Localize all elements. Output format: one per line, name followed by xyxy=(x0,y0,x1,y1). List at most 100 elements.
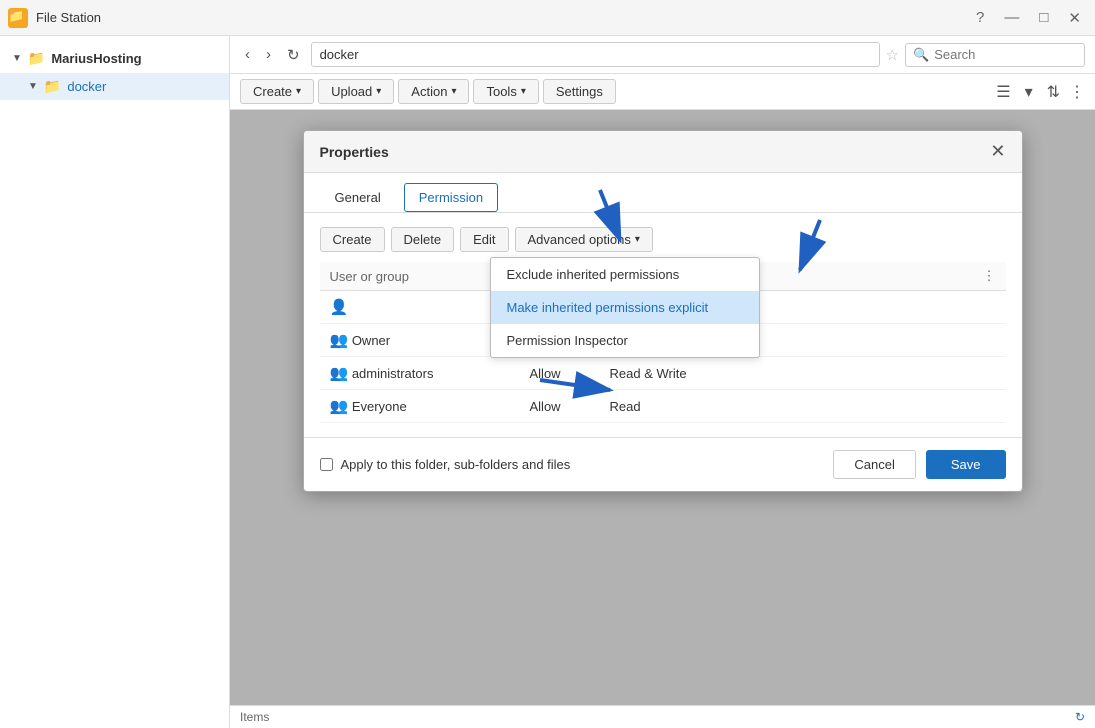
collapse-icon: ▼ xyxy=(12,53,22,64)
group-icon: 👥 xyxy=(330,365,349,382)
title-bar: 📁 File Station ? — □ ✕ xyxy=(0,0,1095,36)
item-triangle-icon: ▼ xyxy=(28,81,38,92)
make-explicit-item[interactable]: Make inherited permissions explicit xyxy=(491,291,759,324)
tools-button[interactable]: Tools ▾ xyxy=(473,79,538,104)
view-options-button[interactable]: ▾ xyxy=(1020,80,1038,104)
help-button[interactable]: ? xyxy=(970,7,990,28)
minimize-button[interactable]: — xyxy=(998,7,1025,28)
create-dropdown-icon: ▾ xyxy=(296,86,301,97)
address-bar[interactable] xyxy=(311,42,880,67)
action-button[interactable]: Action ▾ xyxy=(398,79,469,104)
row2-permission: Read & Write xyxy=(600,357,973,390)
item-folder-icon: 📁 xyxy=(44,78,61,95)
apply-checkbox[interactable] xyxy=(320,458,333,471)
exclude-inherited-label: Exclude inherited permissions xyxy=(507,267,680,282)
dialog-title: Properties xyxy=(320,144,389,160)
group-folder-icon: 📁 xyxy=(28,50,45,67)
user-icon: 👤 xyxy=(330,299,349,316)
row3-usergroup: Everyone xyxy=(352,399,407,414)
settings-label: Settings xyxy=(556,84,603,99)
dialog-content: Create Delete Edit Advanced options ▾ xyxy=(304,213,1022,437)
dialog-header: Properties ✕ xyxy=(304,131,1022,173)
permission-toolbar: Create Delete Edit Advanced options ▾ xyxy=(320,227,1006,252)
row3-permission: Read xyxy=(600,390,973,423)
close-button[interactable]: ✕ xyxy=(1062,7,1087,29)
view-controls: ☰ ▾ ⇅ ⋮ xyxy=(991,80,1085,104)
row2-type: Allow xyxy=(520,357,600,390)
app-icon: 📁 xyxy=(8,8,28,28)
dialog-tabs: General Permission xyxy=(304,173,1022,213)
row3-type: Allow xyxy=(520,390,600,423)
tools-label: Tools xyxy=(486,84,516,99)
refresh-nav-button[interactable]: ↻ xyxy=(282,43,305,67)
properties-dialog: Properties ✕ General Permission Create xyxy=(303,130,1023,492)
sidebar-group-label: MariusHosting xyxy=(51,51,141,66)
action-bar: Create ▾ Upload ▾ Action ▾ Tools ▾ Setti… xyxy=(230,74,1095,110)
window-controls: ? — □ ✕ xyxy=(970,7,1087,29)
status-right: ↻ xyxy=(1075,710,1085,724)
back-button[interactable]: ‹ xyxy=(240,43,255,66)
sidebar: ▼ 📁 MariusHosting ▼ 📁 docker xyxy=(0,36,230,728)
upload-button[interactable]: Upload ▾ xyxy=(318,79,394,104)
status-bar: Items ↻ xyxy=(230,705,1095,728)
tab-permission[interactable]: Permission xyxy=(404,183,498,212)
table-row: 👥 Everyone Allow Read xyxy=(320,390,1006,423)
create-label: Create xyxy=(253,84,292,99)
group-icon: 👥 xyxy=(330,398,349,415)
more-menu-button[interactable]: ⋮ xyxy=(1069,82,1085,102)
upload-dropdown-icon: ▾ xyxy=(376,86,381,97)
sidebar-item-docker[interactable]: ▼ 📁 docker xyxy=(0,73,229,100)
perm-delete-label: Delete xyxy=(404,232,442,247)
content-area: ‹ › ↻ ☆ 🔍 Create ▾ Upload ▾ Action ▾ xyxy=(230,36,1095,728)
cancel-button[interactable]: Cancel xyxy=(833,450,915,479)
tools-dropdown-icon: ▾ xyxy=(521,86,526,97)
make-explicit-label: Make inherited permissions explicit xyxy=(507,300,709,315)
status-items-text: Items xyxy=(240,710,269,724)
group-icon: 👥 xyxy=(330,332,349,349)
dialog-footer: Apply to this folder, sub-folders and fi… xyxy=(304,437,1022,491)
perm-create-label: Create xyxy=(333,232,372,247)
table-row: 👥 administrators Allow Read & Write xyxy=(320,357,1006,390)
footer-actions: Cancel Save xyxy=(833,450,1005,479)
upload-label: Upload xyxy=(331,84,372,99)
settings-button[interactable]: Settings xyxy=(543,79,616,104)
title-bar-left: 📁 File Station xyxy=(8,8,101,28)
action-dropdown-icon: ▾ xyxy=(451,86,456,97)
advanced-dropdown-arrow: ▾ xyxy=(635,234,640,245)
file-list-area: Properties ✕ General Permission Create xyxy=(230,110,1095,705)
permission-inspector-item[interactable]: Permission Inspector xyxy=(491,324,759,357)
status-refresh-icon[interactable]: ↻ xyxy=(1075,710,1085,724)
save-button[interactable]: Save xyxy=(926,450,1006,479)
advanced-options-label: Advanced options xyxy=(528,232,631,247)
sidebar-group: ▼ 📁 MariusHosting ▼ 📁 docker xyxy=(0,36,229,108)
sidebar-item-label: docker xyxy=(67,79,106,94)
favorite-button[interactable]: ☆ xyxy=(886,46,899,64)
perm-edit-button[interactable]: Edit xyxy=(460,227,508,252)
row1-usergroup: Owner xyxy=(352,333,390,348)
advanced-options-button[interactable]: Advanced options ▾ xyxy=(515,227,653,252)
forward-button[interactable]: › xyxy=(261,43,276,66)
search-icon: 🔍 xyxy=(913,47,929,63)
advanced-options-dropdown: Exclude inherited permissions Make inher… xyxy=(490,257,760,358)
nav-bar: ‹ › ↻ ☆ 🔍 xyxy=(230,36,1095,74)
action-label: Action xyxy=(411,84,447,99)
app-title: File Station xyxy=(36,10,101,25)
apply-checkbox-label: Apply to this folder, sub-folders and fi… xyxy=(320,457,571,472)
list-view-button[interactable]: ☰ xyxy=(991,80,1015,104)
row2-usergroup: administrators xyxy=(352,366,434,381)
dialog-close-button[interactable]: ✕ xyxy=(990,141,1005,162)
sort-button[interactable]: ⇅ xyxy=(1042,80,1065,104)
tab-general[interactable]: General xyxy=(320,183,396,212)
search-box: 🔍 xyxy=(905,43,1085,67)
sidebar-group-header[interactable]: ▼ 📁 MariusHosting xyxy=(0,44,229,73)
create-button[interactable]: Create ▾ xyxy=(240,79,314,104)
exclude-inherited-item[interactable]: Exclude inherited permissions xyxy=(491,258,759,291)
apply-checkbox-text: Apply to this folder, sub-folders and fi… xyxy=(341,457,571,472)
search-input[interactable] xyxy=(934,47,1064,62)
col-header-more: ⋮ xyxy=(973,262,1006,291)
permission-inspector-label: Permission Inspector xyxy=(507,333,628,348)
perm-delete-button[interactable]: Delete xyxy=(391,227,455,252)
perm-edit-label: Edit xyxy=(473,232,495,247)
maximize-button[interactable]: □ xyxy=(1033,7,1054,28)
perm-create-button[interactable]: Create xyxy=(320,227,385,252)
